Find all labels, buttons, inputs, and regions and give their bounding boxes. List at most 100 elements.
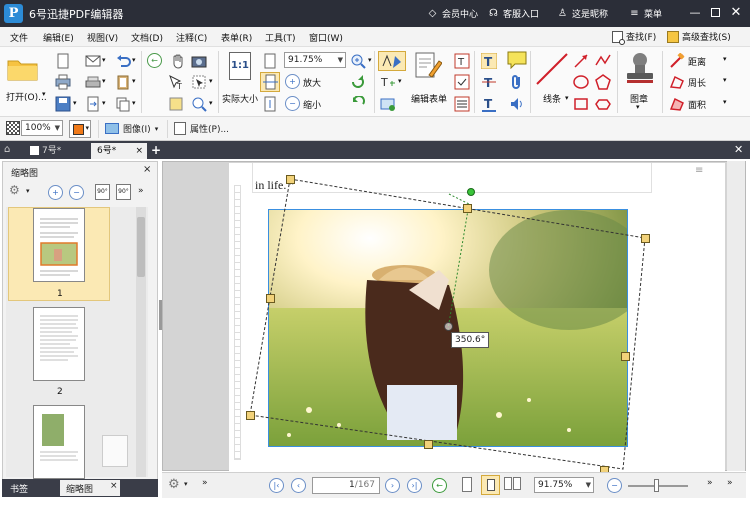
- distance-icon[interactable]: [669, 52, 685, 69]
- menu-view[interactable]: 视图(V): [87, 31, 118, 44]
- properties-button[interactable]: 属性(P)...: [174, 122, 229, 135]
- zoom-slider-thumb[interactable]: [654, 479, 659, 492]
- fit-visible-icon[interactable]: [262, 96, 278, 112]
- clipboard-dropdown-arrow[interactable]: ▾: [132, 77, 136, 85]
- select-text-icon[interactable]: T: [168, 74, 184, 91]
- status-overflow-icon[interactable]: »: [727, 478, 733, 488]
- main-menu-button[interactable]: ≡ 菜单: [629, 7, 662, 20]
- resize-handle-top[interactable]: [463, 204, 472, 213]
- tab-doc-6-active[interactable]: 6号* ×: [91, 143, 147, 159]
- copy-icon[interactable]: [115, 96, 131, 112]
- attachment-icon[interactable]: [509, 74, 525, 90]
- lines-dropdown-arrow[interactable]: ▾: [565, 94, 569, 102]
- status-expand-icon[interactable]: »: [202, 478, 208, 488]
- stamp-icon[interactable]: [624, 51, 656, 85]
- next-page-icon[interactable]: ›: [385, 478, 400, 493]
- history-back-icon[interactable]: ←: [432, 478, 447, 493]
- fit-page-icon[interactable]: [262, 53, 278, 69]
- rotate-handle[interactable]: [467, 188, 475, 196]
- print-icon[interactable]: [55, 74, 71, 90]
- distance-dropdown-arrow[interactable]: ▾: [723, 55, 727, 63]
- zoom-in-icon[interactable]: +: [285, 74, 300, 89]
- color-picker-button[interactable]: ▾: [69, 120, 91, 138]
- thumbnail-page-3[interactable]: [33, 405, 85, 479]
- home-icon[interactable]: ⌂: [4, 144, 16, 156]
- status-more-icon[interactable]: »: [707, 478, 713, 488]
- minimize-button[interactable]: —: [686, 4, 704, 22]
- opacity-combobox[interactable]: 100% ▼: [21, 120, 63, 136]
- form-checkbox-icon[interactable]: [454, 74, 470, 90]
- single-page-icon[interactable]: [462, 477, 472, 492]
- rotate-cw-icon[interactable]: [350, 74, 366, 90]
- resize-handle-tl[interactable]: [286, 175, 295, 184]
- area-label[interactable]: 面积: [688, 98, 706, 111]
- previous-page-icon[interactable]: ‹: [291, 478, 306, 493]
- tab-bookmarks[interactable]: 书签: [10, 482, 28, 495]
- close-doc-icon[interactable]: ✕: [734, 143, 743, 156]
- tab-close-icon[interactable]: ×: [135, 143, 143, 159]
- scan-dropdown-arrow[interactable]: ▾: [102, 77, 106, 85]
- status-zoom-out-icon[interactable]: −: [607, 478, 622, 493]
- stamp-dropdown-arrow[interactable]: ▾: [636, 103, 640, 111]
- email-icon[interactable]: [85, 53, 101, 69]
- form-listbox-icon[interactable]: [454, 96, 470, 112]
- add-text-icon[interactable]: T: [380, 74, 396, 90]
- resize-handle-left[interactable]: [266, 294, 275, 303]
- snapshot-icon[interactable]: [191, 53, 207, 69]
- arrow-tool-icon[interactable]: [573, 53, 589, 69]
- page-number-input[interactable]: 1/167: [312, 477, 380, 494]
- resize-handle-bl[interactable]: [246, 411, 255, 420]
- sticky-note-icon[interactable]: [507, 51, 527, 70]
- first-page-icon[interactable]: |‹: [269, 478, 284, 493]
- thumbnail-page-1[interactable]: [33, 208, 85, 282]
- ellipse-tool-icon[interactable]: [573, 74, 589, 90]
- loupe-dropdown-arrow[interactable]: ▾: [209, 99, 213, 107]
- panel-close-icon[interactable]: ×: [143, 164, 151, 175]
- loupe-icon[interactable]: [191, 96, 207, 112]
- thumb-zoom-out-icon[interactable]: −: [69, 185, 84, 200]
- magnify-tool-icon[interactable]: [350, 53, 366, 69]
- settings-gear-icon[interactable]: ⚙: [168, 477, 180, 492]
- tab-close-icon[interactable]: ×: [110, 481, 118, 491]
- copy-dropdown-arrow[interactable]: ▾: [132, 99, 136, 107]
- resize-handle-right[interactable]: [621, 352, 630, 361]
- menu-edit[interactable]: 编辑(E): [43, 31, 74, 44]
- user-account-link[interactable]: ♙ 这是昵称: [557, 7, 608, 20]
- image-menu-button[interactable]: 图像(I) ▾: [105, 122, 158, 135]
- marquee-zoom-icon[interactable]: [168, 96, 184, 112]
- last-page-icon[interactable]: ›|: [407, 478, 422, 493]
- edit-content-icon[interactable]: [378, 51, 406, 71]
- back-icon[interactable]: ←: [147, 53, 162, 68]
- email-dropdown-arrow[interactable]: ▾: [102, 56, 106, 64]
- select-dropdown-arrow[interactable]: ▾: [209, 77, 213, 85]
- gear-icon[interactable]: ⚙: [9, 183, 20, 197]
- actual-size-label[interactable]: 实际大小: [222, 92, 258, 105]
- magnify-dropdown-arrow[interactable]: ▾: [368, 56, 372, 64]
- status-zoom-combobox[interactable]: 91.75% ▼: [534, 477, 594, 493]
- edit-form-label[interactable]: 编辑表单: [411, 92, 447, 105]
- tab-thumbnails-active[interactable]: 缩略图 ×: [60, 480, 120, 496]
- rotate-page-cw-icon[interactable]: 90°: [95, 184, 110, 200]
- new-tab-icon[interactable]: +: [151, 143, 161, 157]
- zoom-out-label[interactable]: 缩小: [303, 98, 321, 111]
- thumb-zoom-in-icon[interactable]: +: [48, 185, 63, 200]
- zoom-slider-track[interactable]: [628, 479, 688, 492]
- save-dropdown-arrow[interactable]: ▾: [73, 99, 77, 107]
- rotate-ccw-icon[interactable]: [350, 95, 366, 112]
- polyline-tool-icon[interactable]: [595, 53, 611, 69]
- hand-tool-icon[interactable]: [170, 53, 186, 69]
- perimeter-label[interactable]: 周长: [688, 76, 706, 89]
- sound-icon[interactable]: [509, 96, 525, 112]
- area-icon[interactable]: [669, 96, 685, 112]
- open-folder-icon[interactable]: [7, 56, 39, 82]
- settings-dropdown-arrow[interactable]: ▾: [184, 480, 188, 488]
- select-object-icon[interactable]: [191, 74, 207, 90]
- cloud-tool-icon[interactable]: [595, 96, 611, 112]
- perimeter-dropdown-arrow[interactable]: ▾: [723, 76, 727, 84]
- menu-comment[interactable]: 注释(C): [176, 31, 207, 44]
- undo-dropdown-arrow[interactable]: ▾: [132, 56, 136, 64]
- two-page-icon[interactable]: [504, 477, 522, 492]
- zoom-in-label[interactable]: 放大: [303, 76, 321, 89]
- convert-icon[interactable]: [85, 96, 101, 112]
- menu-file[interactable]: 文件: [10, 31, 28, 44]
